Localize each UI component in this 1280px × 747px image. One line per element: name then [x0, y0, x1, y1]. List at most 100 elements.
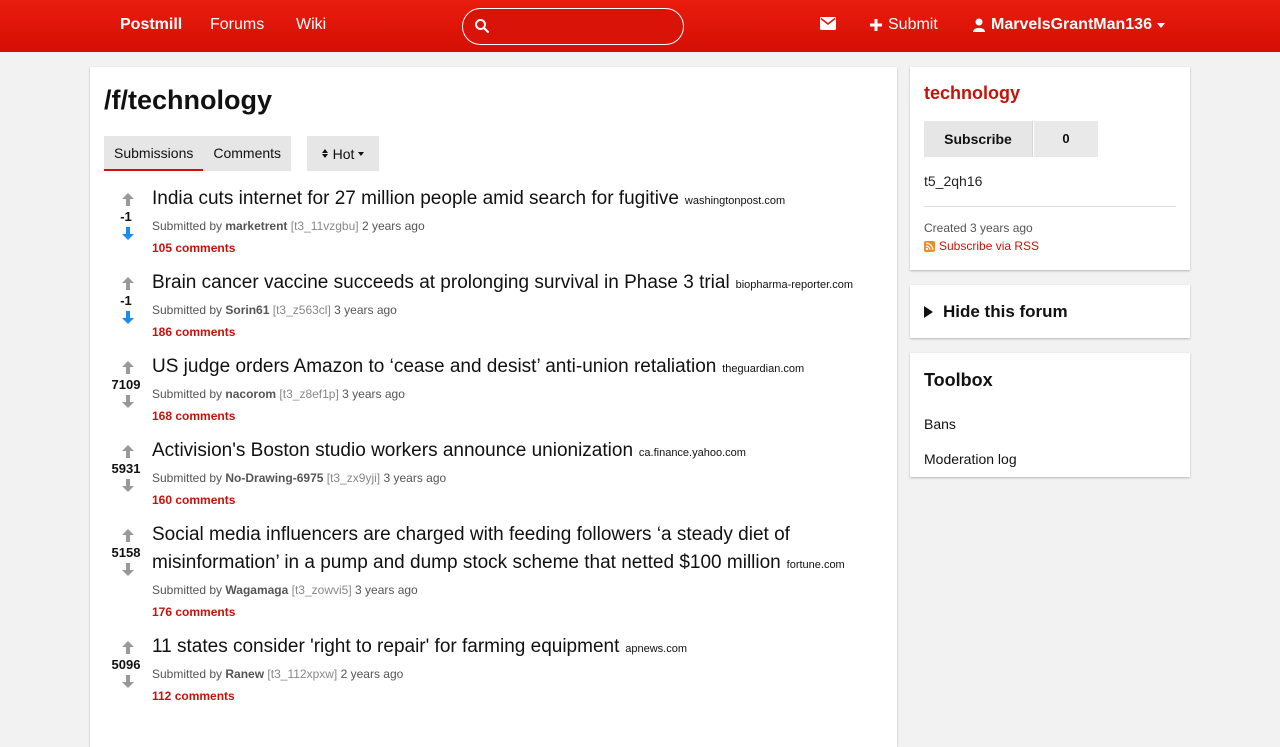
- comments-link[interactable]: 176 comments: [152, 605, 235, 619]
- vote-control: 5931: [104, 437, 148, 497]
- submission-body: 11 states consider 'right to repair' for…: [152, 633, 882, 704]
- submitted-by-label: Submitted by: [152, 303, 223, 317]
- main-content: /f/technology Submissions Comments Hot -…: [90, 67, 897, 747]
- score: -1: [120, 293, 132, 308]
- downvote-icon[interactable]: [122, 311, 134, 324]
- downvote-icon[interactable]: [122, 563, 134, 576]
- tab-comments[interactable]: Comments: [203, 136, 291, 171]
- toolbox-title: Toolbox: [924, 370, 993, 390]
- score: 5096: [111, 657, 141, 672]
- submitted-by-label: Submitted by: [152, 667, 223, 681]
- submitted-by-label: Submitted by: [152, 219, 223, 233]
- subscribe-button[interactable]: Subscribe: [924, 121, 1033, 157]
- score: 5931: [111, 461, 141, 476]
- search-box[interactable]: [462, 8, 684, 45]
- submission-id: [t3_11vzgbu]: [290, 219, 359, 233]
- created-date: Created 3 years ago: [924, 221, 1033, 235]
- upvote-icon[interactable]: [122, 529, 134, 542]
- rss-link[interactable]: Subscribe via RSS: [924, 239, 1039, 253]
- messages-button[interactable]: [820, 17, 836, 30]
- forum-id: t5_2qh16: [924, 173, 983, 189]
- plus-icon: [870, 19, 882, 31]
- upvote-icon[interactable]: [122, 361, 134, 374]
- downvote-icon[interactable]: [122, 227, 134, 240]
- upvote-icon[interactable]: [122, 445, 134, 458]
- score: -1: [120, 209, 132, 224]
- username: MarvelsGrantMan136: [991, 16, 1152, 33]
- chevron-down-icon: [1156, 22, 1165, 28]
- tab-submissions[interactable]: Submissions: [104, 136, 204, 171]
- brand-link[interactable]: Postmill: [120, 16, 182, 34]
- sort-dropdown[interactable]: Hot: [307, 136, 379, 171]
- submitted-by-label: Submitted by: [152, 387, 223, 401]
- submission-title[interactable]: Brain cancer vaccine succeeds at prolong…: [152, 272, 730, 293]
- hide-forum-toggle[interactable]: Hide this forum: [924, 302, 1068, 322]
- author-link[interactable]: No-Drawing-6975: [225, 471, 323, 485]
- downvote-icon[interactable]: [122, 675, 134, 688]
- forum-info-panel: technology Subscribe 0 t5_2qh16 Created …: [910, 67, 1190, 270]
- score: 7109: [111, 377, 141, 392]
- rss-label: Subscribe via RSS: [939, 239, 1040, 253]
- comments-link[interactable]: 112 comments: [152, 689, 235, 703]
- comments-link[interactable]: 160 comments: [152, 493, 235, 507]
- view-tabs: Submissions Comments: [104, 136, 292, 171]
- toolbox-panel: Toolbox Bans Moderation log: [910, 353, 1190, 477]
- submission-id: [t3_112xpxw]: [267, 667, 338, 681]
- rss-icon: [924, 240, 935, 252]
- sort-label: Hot: [332, 145, 355, 162]
- chevron-down-icon: [358, 151, 365, 156]
- downvote-icon[interactable]: [122, 395, 134, 408]
- submission-title[interactable]: Activision's Boston studio workers annou…: [152, 440, 633, 461]
- upvote-icon[interactable]: [122, 641, 134, 654]
- author-link[interactable]: Sorin61: [225, 303, 269, 317]
- submitted-by-label: Submitted by: [152, 583, 223, 597]
- top-navbar: Postmill Forums Wiki Submit MarvelsGrant…: [0, 0, 1280, 52]
- submission-age: 3 years ago: [383, 471, 447, 485]
- vote-control: -1: [104, 269, 148, 329]
- author-link[interactable]: nacorom: [225, 387, 276, 401]
- author-link[interactable]: Ranew: [225, 667, 264, 681]
- comments-link[interactable]: 105 comments: [152, 241, 235, 255]
- forum-name-link[interactable]: technology: [924, 83, 1020, 104]
- user-icon: [973, 18, 985, 32]
- vote-control: 5158: [104, 521, 148, 611]
- submission-domain: apnews.com: [625, 643, 688, 655]
- toolbox-moderation-log-link[interactable]: Moderation log: [924, 451, 1017, 467]
- submission-body: US judge orders Amazon to ‘cease and des…: [152, 353, 882, 424]
- comments-link[interactable]: 168 comments: [152, 409, 235, 423]
- submission-title[interactable]: 11 states consider 'right to repair' for…: [152, 636, 619, 657]
- envelope-icon: [820, 17, 836, 30]
- submit-label: Submit: [888, 16, 938, 33]
- downvote-icon[interactable]: [122, 479, 134, 492]
- toolbox-bans-link[interactable]: Bans: [924, 416, 956, 432]
- search-input[interactable]: [497, 13, 677, 40]
- submission-id: [t3_z8ef1p]: [279, 387, 339, 401]
- subscriber-count[interactable]: 0: [1034, 121, 1098, 157]
- submission-domain: theguardian.com: [722, 363, 805, 375]
- submission-body: Activision's Boston studio workers annou…: [152, 437, 882, 508]
- author-link[interactable]: marketrent: [225, 219, 287, 233]
- submission-age: 3 years ago: [334, 303, 397, 317]
- submission-title[interactable]: India cuts internet for 27 million peopl…: [152, 188, 679, 209]
- user-menu-button[interactable]: MarvelsGrantMan136: [973, 16, 1165, 34]
- submit-button[interactable]: Submit: [870, 16, 938, 34]
- submission-title[interactable]: US judge orders Amazon to ‘cease and des…: [152, 356, 716, 377]
- nav-link-wiki[interactable]: Wiki: [296, 16, 326, 34]
- author-link[interactable]: Wagamaga: [225, 583, 288, 597]
- submission-id: [t3_zx9yji]: [326, 471, 381, 485]
- vote-control: -1: [104, 185, 148, 245]
- submission-body: Social media influencers are charged wit…: [152, 521, 882, 620]
- upvote-icon[interactable]: [122, 277, 134, 290]
- nav-link-forums[interactable]: Forums: [210, 16, 264, 34]
- comments-link[interactable]: 186 comments: [152, 325, 235, 339]
- submission-age: 3 years ago: [342, 387, 405, 401]
- submission-age: 3 years ago: [355, 583, 418, 597]
- submission-domain: biopharma-reporter.com: [735, 279, 853, 291]
- upvote-icon[interactable]: [122, 193, 134, 206]
- page-title: /f/technology: [104, 85, 272, 115]
- triangle-right-icon: [924, 306, 933, 318]
- submission-domain: fortune.com: [786, 559, 845, 571]
- submission-title[interactable]: Social media influencers are charged wit…: [152, 524, 790, 573]
- score: 5158: [111, 545, 141, 560]
- submission-age: 2 years ago: [361, 219, 425, 233]
